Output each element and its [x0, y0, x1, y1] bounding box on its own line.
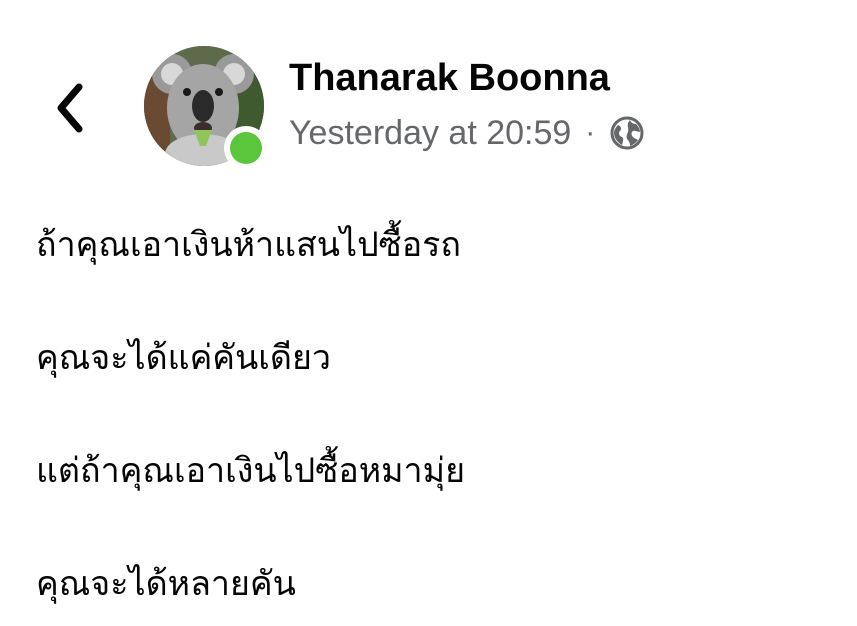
post-line: คุณจะได้แค่คันเดียว	[36, 338, 332, 378]
post-line: คุณจะได้หลายคัน	[36, 564, 296, 604]
meta-separator: ·	[585, 116, 596, 149]
profile-avatar[interactable]	[144, 46, 268, 170]
globe-icon[interactable]	[609, 115, 645, 151]
post-timestamp[interactable]: Yesterday at 20:59	[289, 112, 571, 154]
post-line: ถ้าคุณเอาเงินห้าแสนไปซื้อรถ	[36, 225, 461, 265]
author-name[interactable]: Thanarak Boonna	[289, 54, 610, 102]
back-button[interactable]	[46, 78, 94, 138]
post-meta: Yesterday at 20:59 ·	[289, 112, 645, 154]
post-line: แต่ถ้าคุณเอาเงินไปซื้อหมามุ่ย	[36, 451, 465, 491]
chevron-left-icon	[57, 83, 83, 133]
online-status-indicator	[224, 126, 268, 170]
